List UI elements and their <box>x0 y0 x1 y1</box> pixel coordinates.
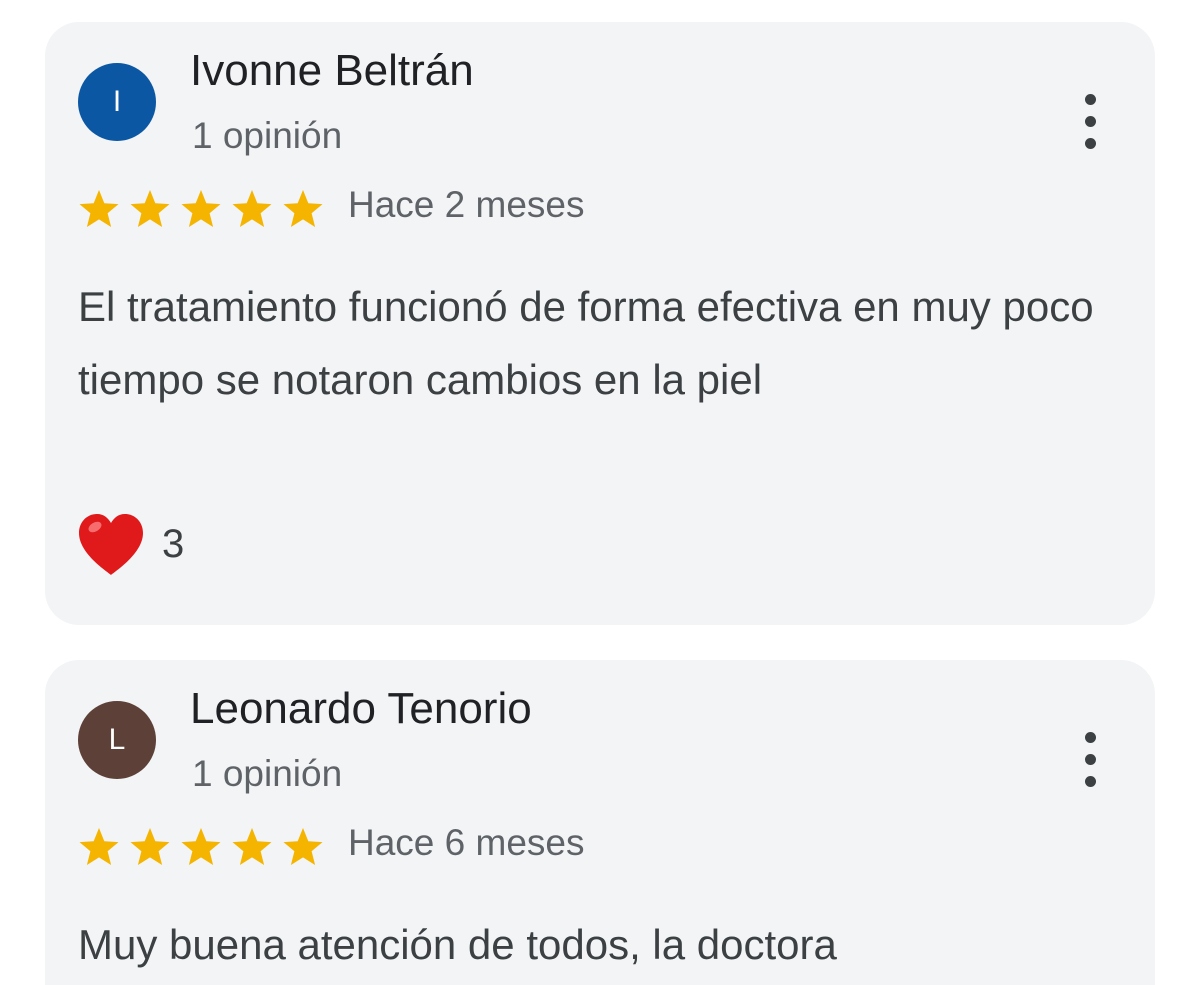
review-date: Hace 6 meses <box>348 822 585 863</box>
more-options-button[interactable] <box>1071 730 1111 790</box>
star-icon <box>232 828 272 865</box>
reviews-page: I Ivonne Beltrán 1 opinión Hace 2 meses … <box>0 0 1200 985</box>
star-icon <box>79 828 119 865</box>
reviewer-review-count: 1 opinión <box>192 115 343 156</box>
star-icon <box>181 190 221 227</box>
reviewer-name[interactable]: Ivonne Beltrán <box>190 46 474 96</box>
star-icon <box>79 190 119 227</box>
star-icon <box>130 828 170 865</box>
review-card: I Ivonne Beltrán 1 opinión Hace 2 meses … <box>45 22 1155 625</box>
more-vert-icon <box>1085 754 1096 765</box>
star-icon <box>181 828 221 865</box>
review-text: El tratamiento funcionó de forma efectiv… <box>78 283 1094 403</box>
heart-icon <box>79 514 143 575</box>
star-icon <box>283 828 323 865</box>
star-rating <box>78 188 328 230</box>
more-options-button[interactable] <box>1071 92 1111 152</box>
star-icon <box>283 190 323 227</box>
reviewer-name[interactable]: Leonardo Tenorio <box>190 684 532 734</box>
more-vert-icon <box>1085 732 1096 743</box>
more-vert-icon <box>1085 138 1096 149</box>
more-vert-icon <box>1085 776 1096 787</box>
more-vert-icon <box>1085 94 1096 105</box>
star-icon <box>232 190 272 227</box>
star-icon <box>130 190 170 227</box>
reviewer-review-count: 1 opinión <box>192 753 343 794</box>
review-date: Hace 2 meses <box>348 184 585 225</box>
star-rating <box>78 826 328 868</box>
avatar[interactable]: L <box>78 701 156 779</box>
reaction-count: 3 <box>162 522 185 566</box>
avatar[interactable]: I <box>78 63 156 141</box>
review-card: L Leonardo Tenorio 1 opinión Hace 6 mese… <box>45 660 1155 985</box>
review-text: Muy buena atención de todos, la doctora <box>78 921 837 968</box>
more-vert-icon <box>1085 116 1096 127</box>
